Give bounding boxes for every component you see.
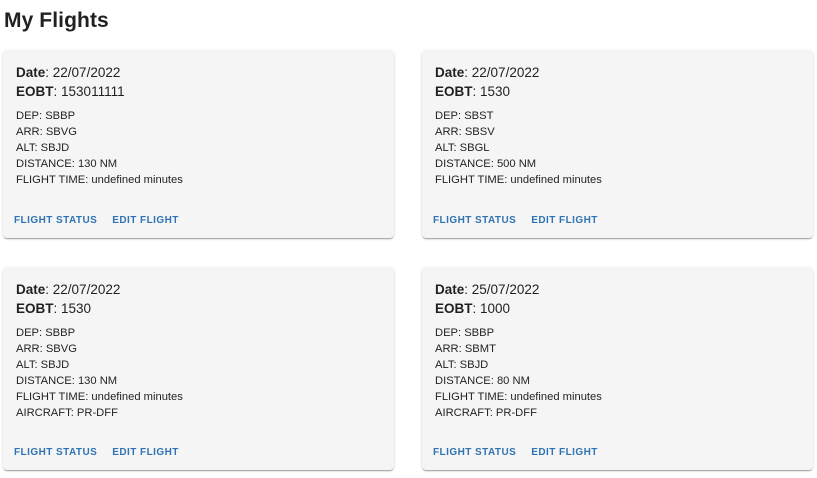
flight-aircraft: AIRCRAFT: PR-DFF	[16, 407, 118, 420]
flight-eobt: EOBT: 1530	[435, 84, 511, 99]
flight-arr: ARR: SBSV	[435, 126, 495, 139]
flight-distance: DISTANCE: 130 NM	[16, 375, 118, 388]
flight-date: Date: 22/07/2022	[435, 65, 540, 80]
flight-status-button[interactable]: FLIGHT STATUS	[433, 215, 516, 226]
flight-time: FLIGHT TIME: undefined minutes	[435, 391, 602, 404]
flight-dep: DEP: SBST	[435, 110, 494, 122]
flight-aircraft: AIRCRAFT: PR-DFF	[435, 407, 537, 420]
flight-status-button[interactable]: FLIGHT STATUS	[433, 447, 516, 458]
flight-distance: DISTANCE: 130 NM	[16, 158, 118, 171]
edit-flight-button[interactable]: EDIT FLIGHT	[112, 215, 179, 226]
flight-dep: DEP: SBBP	[16, 110, 76, 122]
flight-alt: ALT: SBJD	[435, 359, 489, 372]
edit-flight-button[interactable]: EDIT FLIGHT	[112, 447, 179, 458]
flight-time: FLIGHT TIME: undefined minutes	[16, 174, 183, 187]
flight-card: Date: 22/07/2022 EOBT: 153011111 DEP: SB…	[3, 50, 394, 238]
flight-dep: DEP: SBBP	[435, 327, 495, 339]
flight-eobt: EOBT: 153011111	[16, 84, 125, 99]
flight-status-button[interactable]: FLIGHT STATUS	[14, 447, 97, 458]
flight-alt: ALT: SBJD	[16, 142, 70, 155]
flight-time: FLIGHT TIME: undefined minutes	[16, 391, 183, 404]
flight-card: Date: 25/07/2022 EOBT: 1000 DEP: SBBP AR…	[422, 267, 813, 470]
flight-eobt: EOBT: 1000	[435, 301, 511, 316]
flight-arr: ARR: SBVG	[16, 343, 77, 356]
flight-alt: ALT: SBGL	[435, 142, 490, 155]
flight-arr: ARR: SBMT	[435, 343, 496, 356]
edit-flight-button[interactable]: EDIT FLIGHT	[531, 447, 598, 458]
flight-date: Date: 25/07/2022	[435, 282, 540, 297]
flight-distance: DISTANCE: 500 NM	[435, 158, 537, 171]
flight-date: Date: 22/07/2022	[16, 65, 121, 80]
flight-distance: DISTANCE: 80 NM	[435, 375, 530, 388]
flight-time: FLIGHT TIME: undefined minutes	[435, 174, 602, 187]
flight-alt: ALT: SBJD	[16, 359, 70, 372]
flight-card: Date: 22/07/2022 EOBT: 1530 DEP: SBST AR…	[422, 50, 813, 238]
flight-arr: ARR: SBVG	[16, 126, 77, 139]
edit-flight-button[interactable]: EDIT FLIGHT	[531, 215, 598, 226]
flight-card: Date: 22/07/2022 EOBT: 1530 DEP: SBBP AR…	[3, 267, 394, 470]
flight-status-button[interactable]: FLIGHT STATUS	[14, 215, 97, 226]
flight-eobt: EOBT: 1530	[16, 301, 92, 316]
flight-dep: DEP: SBBP	[16, 327, 76, 339]
flight-date: Date: 22/07/2022	[16, 282, 121, 297]
page-title: My Flights	[4, 9, 109, 32]
